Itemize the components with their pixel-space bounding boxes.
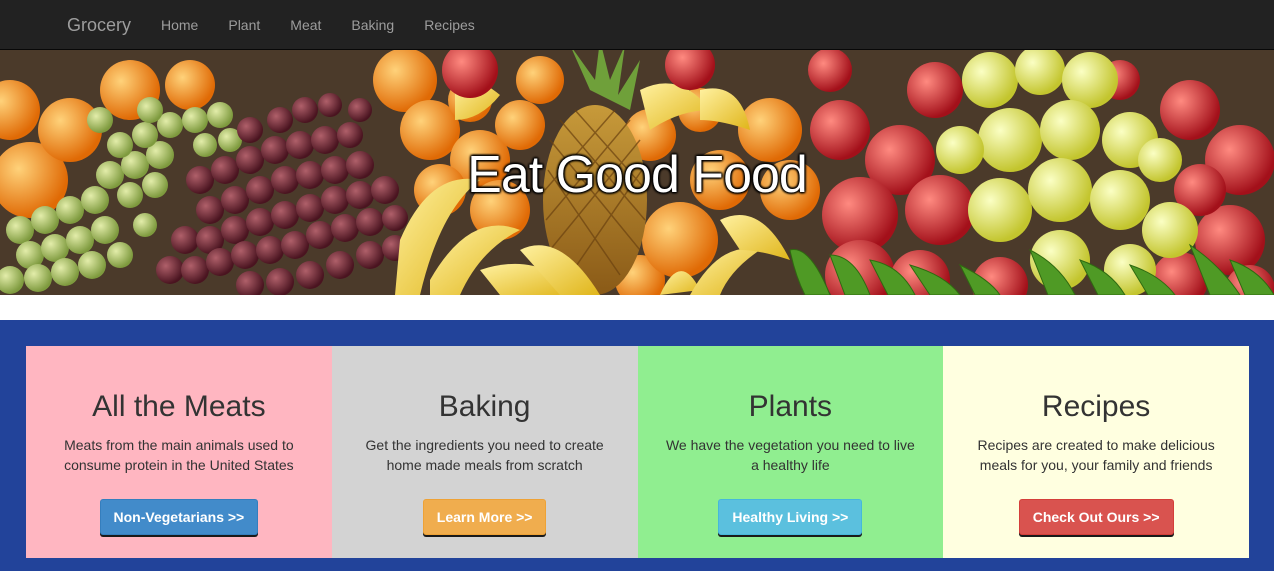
healthy-living-button[interactable]: Healthy Living >> [718, 499, 863, 535]
non-vegetarians-button[interactable]: Non-Vegetarians >> [99, 499, 259, 535]
check-out-ours-button[interactable]: Check Out Ours >> [1018, 499, 1174, 535]
card-meats: All the Meats Meats from the main animal… [26, 346, 332, 558]
card-text: We have the vegetation you need to live … [665, 437, 915, 473]
nav-meat[interactable]: Meat [275, 0, 336, 50]
brand-link[interactable]: Grocery [67, 15, 131, 36]
hero-title: Eat Good Food [467, 146, 808, 204]
card-title: Recipes [1041, 390, 1151, 423]
feature-cards: All the Meats Meats from the main animal… [26, 346, 1249, 558]
card-text: Meats from the main animals used to cons… [64, 437, 294, 473]
card-title: Baking [438, 390, 531, 423]
card-title: Plants [748, 390, 833, 423]
hero-banner: Eat Good Food [0, 50, 1274, 295]
learn-more-button[interactable]: Learn More >> [422, 499, 547, 535]
nav-home[interactable]: Home [146, 0, 213, 50]
features-section: All the Meats Meats from the main animal… [0, 320, 1274, 571]
card-text: Get the ingredients you need to create h… [365, 437, 604, 473]
nav-links: Home Plant Meat Baking Recipes [146, 0, 490, 50]
card-title: All the Meats [92, 390, 266, 423]
card-baking: Baking Get the ingredients you need to c… [331, 346, 638, 558]
nav-baking[interactable]: Baking [336, 0, 409, 50]
card-text: Recipes are created to make delicious me… [977, 437, 1215, 473]
navbar: Grocery Home Plant Meat Baking Recipes [0, 0, 1274, 50]
card-plants: Plants We have the vegetation you need t… [637, 346, 944, 558]
card-recipes: Recipes Recipes are created to make deli… [943, 346, 1249, 558]
nav-plant[interactable]: Plant [213, 0, 275, 50]
nav-recipes[interactable]: Recipes [409, 0, 490, 50]
